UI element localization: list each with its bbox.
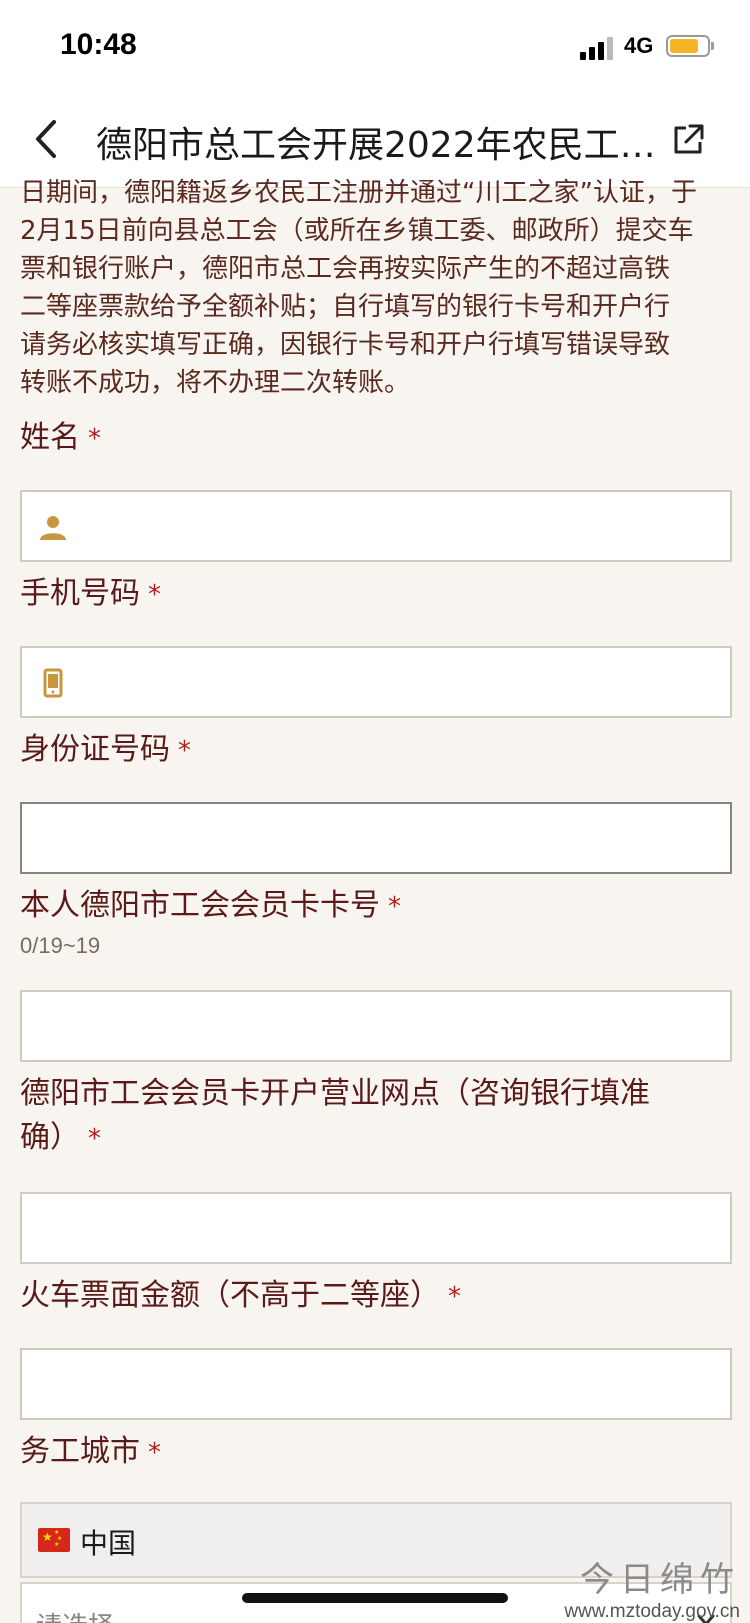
card-length-hint: 0/19~19 [20,933,101,958]
branch-label-line: 德阳市工会会员卡开户营业网点（咨询银行填准 [20,1076,650,1111]
intro-line: 2月15日前向县总工会（或所在乡镇工委、邮政所）提交车 [20,216,694,246]
intro-line: 请务必核实填写正确，因银行卡号和开户行填写错误导致 [20,330,671,360]
phone-input[interactable] [20,646,732,718]
form-content: 日期间，德阳籍返乡农民工注册并通过“川工之家”认证，于 2月15日前向县总工会（… [20,178,732,1623]
country-value: 中国 [80,1527,137,1560]
required-mark: * [148,1438,161,1468]
name-field: 姓名 * [20,416,732,461]
required-mark: * [448,1282,461,1312]
city-field: 务工城市 * [20,1430,732,1475]
name-label: 姓名 * [20,416,732,461]
intro-line: 票和银行账户，德阳市总工会再按实际产生的不超过高铁 [20,254,671,284]
card-number-input[interactable] [20,990,732,1062]
card-field: 本人德阳市工会会员卡卡号 * 0/19~19 [20,884,732,959]
id-label: 身份证号码 * [20,728,732,773]
watermark-url: www.mztoday.gov.cn [564,1601,740,1622]
city-label-text: 务工城市 [20,1434,140,1469]
branch-field: 德阳市工会会员卡开户营业网点（咨询银行填准 确） * [20,1072,732,1161]
ticket-field: 火车票面金额（不高于二等座） * [20,1274,732,1319]
branch-label-line: 确） [20,1120,80,1155]
phone-label-text: 手机号码 [20,576,140,611]
id-label-text: 身份证号码 [20,732,170,767]
person-icon [40,516,66,540]
ticket-amount-input[interactable] [20,1348,732,1420]
battery-icon [666,35,710,57]
required-mark: * [178,736,191,766]
phone-field: 手机号码 * [20,572,732,617]
china-flag-icon: ★ ★ ★ ★ [38,1528,70,1552]
city-select-placeholder: 请选择 [36,1606,114,1623]
required-mark: * [388,892,401,922]
intro-line: 转账不成功，将不办理二次转账。 [20,368,411,398]
back-chevron-icon[interactable] [28,114,68,164]
intro-line: 日期间，德阳籍返乡农民工注册并通过“川工之家”认证，于 [20,178,697,208]
phone-icon [43,668,63,698]
ticket-label-text: 火车票面金额（不高于二等座） [20,1278,440,1313]
signal-icon [580,36,616,60]
share-icon[interactable] [670,122,706,158]
name-label-text: 姓名 [20,420,80,455]
phone-label: 手机号码 * [20,572,732,617]
required-mark: * [88,1124,101,1154]
name-input[interactable] [20,490,732,562]
watermark: 今日绵竹 www.mztoday.gov.cn [560,1552,740,1623]
intro-line: 二等座票款给予全额补贴；自行填写的银行卡号和开户行 [20,292,671,322]
home-indicator[interactable] [242,1593,508,1603]
watermark-logo: 今日绵竹 [580,1560,740,1600]
branch-input[interactable] [20,1192,732,1264]
city-label: 务工城市 * [20,1430,732,1475]
card-label-text: 本人德阳市工会会员卡卡号 [20,888,380,923]
network-label: 4G [624,33,654,58]
id-number-input[interactable] [20,802,732,874]
status-time: 10:48 [60,28,137,61]
required-mark: * [148,580,161,610]
branch-label: 德阳市工会会员卡开户营业网点（咨询银行填准 确） * [20,1072,732,1161]
intro-text: 日期间，德阳籍返乡农民工注册并通过“川工之家”认证，于 2月15日前向县总工会（… [20,174,732,402]
required-mark: * [88,424,101,454]
id-field: 身份证号码 * [20,728,732,773]
status-bar: 10:48 4G [0,0,750,96]
page-title: 德阳市总工会开展2022年农民工… [96,125,656,166]
ticket-label: 火车票面金额（不高于二等座） * [20,1274,732,1319]
card-label: 本人德阳市工会会员卡卡号 * [20,884,732,929]
